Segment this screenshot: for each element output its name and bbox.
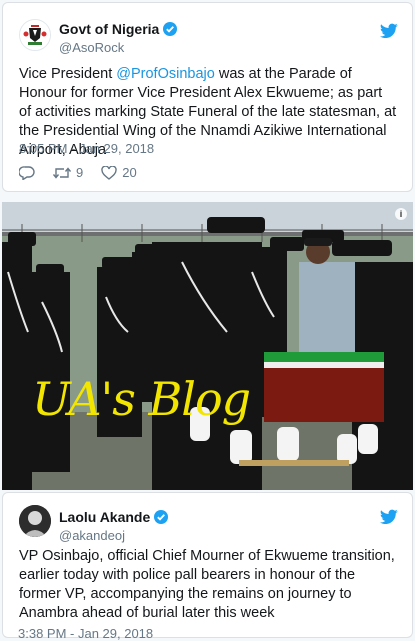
tweet-actions: 9 20 [19,165,137,180]
twitter-bird-icon[interactable] [380,23,398,39]
verified-badge-icon [154,510,169,524]
tweet-timestamp[interactable]: 3:38 PM - Jan 29, 2018 [18,626,153,641]
author-name-line[interactable]: Govt of Nigeria [59,21,178,37]
retweet-button[interactable]: 9 [53,165,83,180]
author-handle[interactable]: @akandeoj [59,528,125,543]
funeral-procession-photo [2,202,413,490]
watermark-text: UA's Blog [32,372,251,426]
tweet-card-laolu-akande[interactable]: Laolu Akande @akandeoj VP Osinbajo, offi… [2,492,413,638]
tweet-text: VP Osinbajo, official Chief Mourner of E… [19,548,395,621]
twitter-bird-icon[interactable] [380,509,398,525]
heart-icon [101,165,117,180]
tweet-photo[interactable]: i [2,202,413,490]
avatar-laolu-akande[interactable] [19,505,51,537]
avatar-coat-of-arms[interactable] [19,19,51,51]
reply-button[interactable] [19,165,35,180]
verified-badge-icon [163,22,178,36]
author-name[interactable]: Laolu Akande [59,509,150,525]
retweet-count: 9 [76,165,84,180]
mention-link[interactable]: @ProfOsinbajo [116,66,215,82]
coat-of-arms-icon [20,20,50,50]
retweet-icon [53,166,71,179]
author-name-line[interactable]: Laolu Akande [59,509,169,525]
author-name[interactable]: Govt of Nigeria [59,21,159,37]
profile-photo-icon [19,505,51,537]
tweet-timestamp[interactable]: 8:05 PM - Jan 29, 2018 [19,141,154,156]
reply-icon [19,165,35,180]
tweet-card-govt-of-nigeria[interactable]: Govt of Nigeria @AsoRock Vice President … [2,2,413,192]
author-handle[interactable]: @AsoRock [59,40,124,55]
like-button[interactable]: 20 [101,165,137,180]
like-count: 20 [122,165,137,180]
tweet-text-start: Vice President [19,66,117,82]
info-icon[interactable]: i [395,208,407,220]
